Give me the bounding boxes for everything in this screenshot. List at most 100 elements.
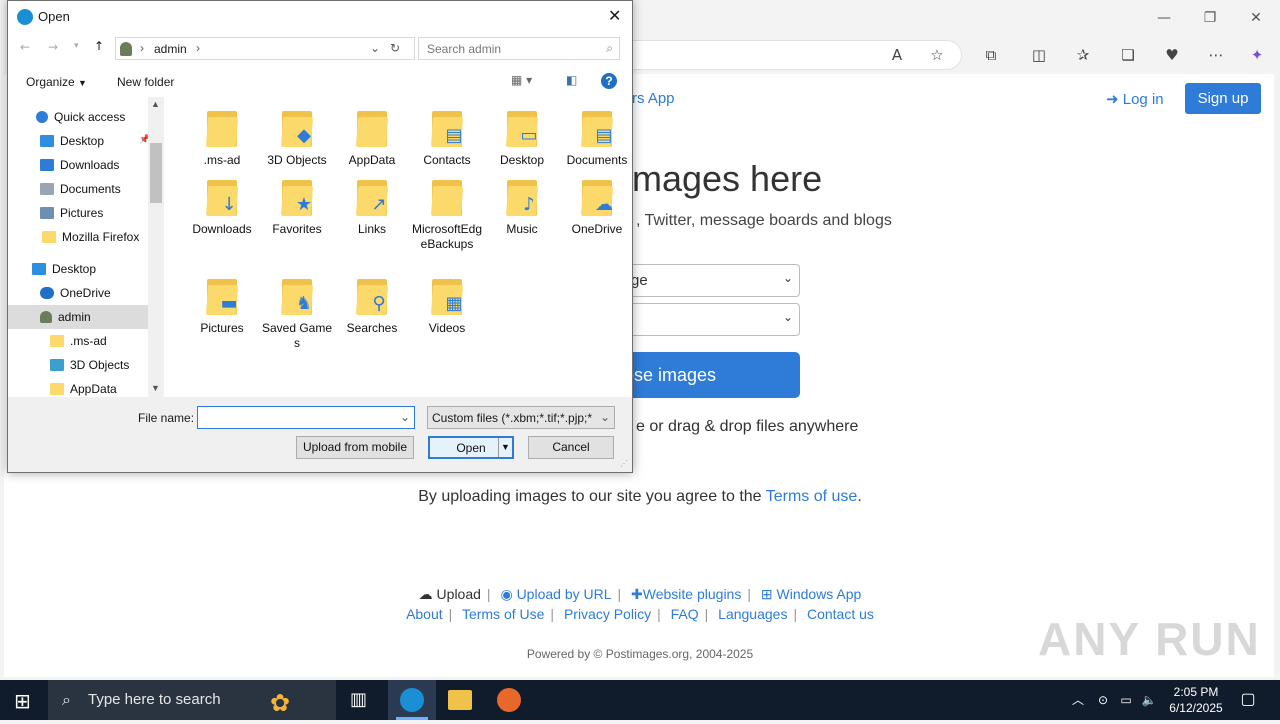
upload-from-mobile-button[interactable]: Upload from mobile [296,436,414,459]
file-item[interactable]: ♞ Saved Games [260,277,334,351]
back-icon[interactable]: ← [20,40,30,54]
footer-upload[interactable]: Upload [437,586,481,602]
file-item[interactable]: ☁ OneDrive [560,178,634,237]
nav-desktop[interactable]: Desktop [40,129,104,153]
open-button[interactable]: Open ▼ [428,436,514,459]
file-item[interactable]: ⚲ Searches [335,277,409,336]
organize-button[interactable]: Organize ▼ [26,75,87,89]
taskbar-edge[interactable] [388,680,436,720]
login-link[interactable]: ➜ Log in [1106,90,1164,108]
footer-terms[interactable]: Terms of Use [462,606,544,622]
folder-icon [42,231,56,243]
extensions-icon[interactable]: ⧉ [980,44,1002,66]
taskbar-search[interactable]: ⌕ Type here to search ✿ [48,680,336,720]
nav-mozilla-firefox[interactable]: Mozilla Firefox [42,225,139,249]
footer-faq[interactable]: FAQ [671,606,699,622]
close-dialog-icon[interactable]: ✕ [608,6,621,25]
footer-plugins[interactable]: Website plugins [643,586,742,602]
footer-about[interactable]: About [406,606,443,622]
notifications-icon[interactable]: ▢ [1238,680,1258,720]
file-item[interactable]: ▬ Pictures [185,277,259,336]
forward-icon[interactable]: → [48,40,58,54]
scroll-thumb[interactable] [150,143,162,203]
nav-quick-access[interactable]: Quick access [36,105,125,129]
footer-privacy[interactable]: Privacy Policy [564,606,651,622]
file-item[interactable]: ↓ Downloads [185,178,259,237]
file-type-select[interactable]: Custom files (*.xbm;*.tif;*.pjp;* ⌄ [427,406,615,429]
new-folder-button[interactable]: New folder [117,75,174,89]
performance-icon[interactable]: ♥ [1161,44,1183,66]
nav-downloads[interactable]: Downloads [40,153,119,177]
file-item[interactable]: ↗ Links [335,178,409,237]
nav-scrollbar[interactable]: ▲ ▼ [148,97,164,397]
footer-contact[interactable]: Contact us [807,606,874,622]
file-item[interactable]: ★ Favorites [260,178,334,237]
view-options-icon[interactable]: ▦ ▾ [511,73,532,87]
apps-link[interactable]: rs App [632,90,675,107]
footer-windows-app[interactable]: Windows App [777,586,862,602]
file-item[interactable]: ▤ Contacts [410,109,484,168]
scroll-down-icon[interactable]: ▼ [151,383,160,393]
terms-link[interactable]: Terms of use [766,488,858,505]
nav-desktop-root[interactable]: Desktop [32,257,96,281]
read-aloud-icon[interactable]: A [886,44,908,66]
choose-images-button[interactable]: ose images [620,352,800,398]
chevron-down-icon[interactable]: ⌄ [400,410,410,424]
task-view-icon[interactable]: ▥ [350,689,367,710]
file-item[interactable]: AppData [335,109,409,168]
image-size-select[interactable]: ge ⌄ [620,264,800,297]
breadcrumb[interactable]: › admin › ⌄ ↻ [115,37,415,60]
file-explorer-icon[interactable] [448,690,472,710]
file-item[interactable]: ◆ 3D Objects [260,109,334,168]
cancel-button[interactable]: Cancel [528,436,614,459]
breadcrumb-admin[interactable]: admin [154,42,187,56]
desktop-icon [40,135,54,147]
network-icon[interactable]: ▭ [1117,680,1135,720]
file-item[interactable]: ▭ Desktop [485,109,559,168]
file-item[interactable]: MicrosoftEdgeBackups [410,178,484,252]
file-item[interactable]: ▦ Videos [410,277,484,336]
file-name-input[interactable]: ⌄ [197,406,415,429]
scroll-up-icon[interactable]: ▲ [151,99,160,109]
file-item[interactable]: .ms-ad [185,109,259,168]
more-icon[interactable]: ⋯ [1205,44,1227,66]
windows-start-icon[interactable]: ⊞ [14,689,31,713]
resize-grip-icon[interactable]: ⋰ [620,459,628,468]
recent-chevron-icon[interactable]: ▾ [74,40,79,51]
footer-upload-url[interactable]: Upload by URL [517,586,612,602]
copilot-icon[interactable]: ✦ [1246,44,1268,66]
nav-ms-ad[interactable]: .ms-ad [50,329,107,353]
dialog-search-input[interactable]: Search admin ⌕ [418,37,620,60]
collections-icon[interactable]: ❏ [1117,44,1139,66]
minimize-icon[interactable]: — [1152,8,1176,28]
help-icon[interactable]: ? [601,73,617,89]
favorite-star-icon[interactable]: ☆ [926,44,948,66]
expiration-select[interactable]: ⌄ [620,303,800,336]
clock-date: 6/12/2025 [1169,701,1223,715]
close-window-icon[interactable]: ✕ [1244,8,1268,28]
chevron-down-icon[interactable]: ⌄ [370,41,380,55]
nav-documents[interactable]: Documents [40,177,121,201]
favorites-icon[interactable]: ✰ [1072,44,1094,66]
file-item[interactable]: ▤ Documents [560,109,634,168]
volume-icon[interactable]: 🔈 [1140,680,1158,720]
signup-button[interactable]: Sign up [1185,83,1261,114]
tray-app-icon[interactable]: ⊙ [1094,680,1112,720]
up-icon[interactable]: ↑ [94,39,104,53]
nav-onedrive[interactable]: OneDrive [40,281,111,305]
open-options-icon[interactable]: ▼ [498,438,512,457]
folder-icon [204,109,240,149]
refresh-icon[interactable]: ↻ [390,41,400,55]
split-screen-icon[interactable]: ◫ [1028,44,1050,66]
nav-pictures[interactable]: Pictures [40,201,103,225]
restore-icon[interactable]: ❐ [1198,8,1222,28]
preview-pane-icon[interactable]: ◧ [566,73,577,87]
nav-3d-objects[interactable]: 3D Objects [50,353,129,377]
firefox-icon[interactable] [497,688,521,712]
taskbar-clock[interactable]: 2:05 PM 6/12/2025 [1164,680,1228,720]
nav-admin[interactable]: admin [8,305,148,329]
footer-languages[interactable]: Languages [718,606,787,622]
file-item[interactable]: ♪ Music [485,178,559,237]
nav-appdata[interactable]: AppData [50,377,117,397]
tray-overflow-icon[interactable]: ︿ [1070,680,1086,720]
